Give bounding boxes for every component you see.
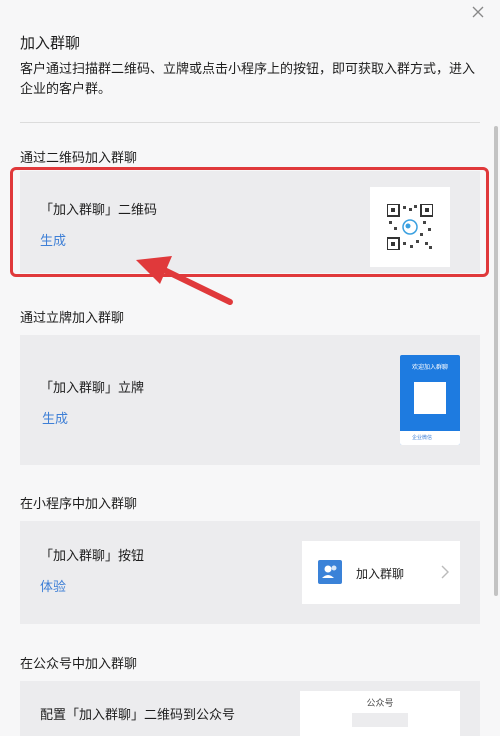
- try-mini-button[interactable]: 体验: [40, 576, 66, 595]
- stand-footer: 企业微信: [400, 431, 460, 445]
- dialog-description: 客户通过扫描群二维码、立牌或点击小程序上的按钮，即可获取入群方式，进入企业的客户…: [20, 62, 476, 97]
- annotation-arrow-icon: [136, 256, 233, 305]
- official-account-preview: 公众号: [300, 691, 460, 736]
- card-title-stand: 「加入群聊」立牌: [40, 381, 145, 396]
- stand-preview: 欢迎加入群聊 企业微信: [400, 355, 460, 445]
- dialog-title: 加入群聊: [20, 34, 81, 52]
- section-label-official: 在公众号中加入群聊: [20, 657, 138, 672]
- section-label-stand: 通过立牌加入群聊: [20, 311, 125, 326]
- mini-program-button-preview[interactable]: 加入群聊: [302, 541, 460, 604]
- stand-title: 欢迎加入群聊: [411, 364, 448, 371]
- card-title-official: 配置「加入群聊」二维码到公众号: [40, 708, 236, 723]
- official-account-title: 公众号: [366, 699, 394, 709]
- mini-button-label: 加入群聊: [356, 567, 405, 581]
- section-label-qr: 通过二维码加入群聊: [20, 151, 138, 166]
- generate-stand-button[interactable]: 生成: [42, 408, 68, 427]
- close-icon: [472, 6, 484, 18]
- card-title-mini: 「加入群聊」按钮: [40, 549, 145, 564]
- chevron-right-icon: [441, 565, 449, 579]
- official-account-bar: [352, 713, 408, 727]
- scrollbar[interactable]: [494, 126, 498, 596]
- stand-qr-icon: [414, 382, 446, 414]
- close-button[interactable]: [470, 4, 486, 20]
- highlight-box: [10, 167, 489, 277]
- users-icon: [318, 560, 342, 584]
- divider: [20, 122, 480, 123]
- section-label-mini: 在小程序中加入群聊: [20, 497, 138, 512]
